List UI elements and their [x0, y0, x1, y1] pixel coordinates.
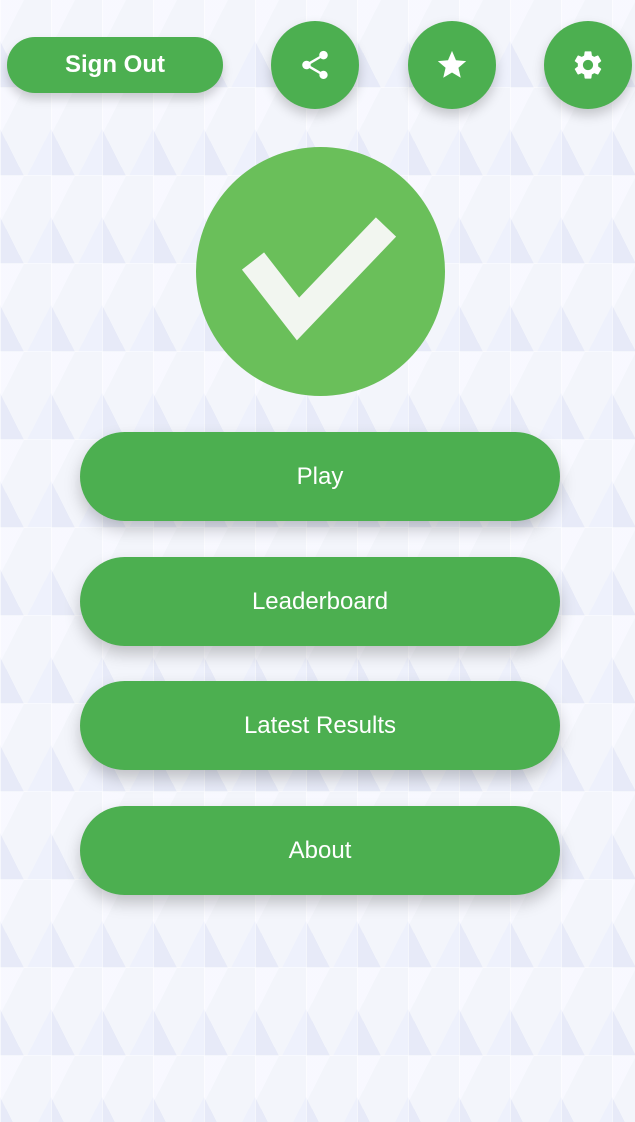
favorite-button[interactable]	[408, 21, 496, 109]
about-button[interactable]: About	[80, 806, 560, 895]
settings-button[interactable]	[544, 21, 632, 109]
leaderboard-button[interactable]: Leaderboard	[80, 557, 560, 646]
play-button-label: Play	[296, 462, 344, 490]
star-icon	[437, 50, 467, 78]
about-button-label: About	[288, 836, 352, 864]
latest-results-button-label: Latest Results	[243, 711, 397, 739]
play-button[interactable]: Play	[80, 432, 560, 521]
app-logo	[196, 147, 445, 396]
sign-out-label: Sign Out	[65, 51, 165, 78]
latest-results-button[interactable]: Latest Results	[80, 681, 560, 770]
main-menu-screen: Sign Out Play Leaderboard Latest Results…	[0, 0, 635, 1122]
gear-icon	[574, 51, 602, 79]
share-button[interactable]	[271, 21, 359, 109]
share-icon	[302, 50, 328, 80]
checkmark-icon	[241, 217, 397, 341]
leaderboard-button-label: Leaderboard	[251, 587, 389, 615]
sign-out-button[interactable]: Sign Out	[7, 37, 223, 93]
